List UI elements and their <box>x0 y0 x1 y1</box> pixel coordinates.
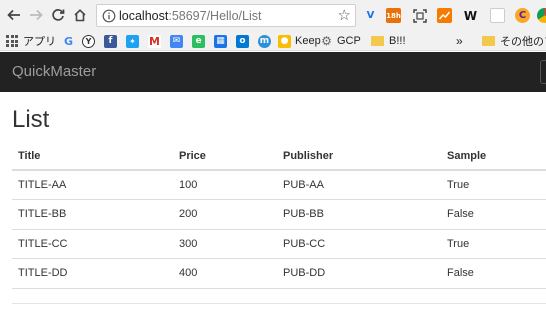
cell-sample: True <box>441 170 546 200</box>
apps-grid-icon <box>6 35 18 47</box>
column-header-title: Title <box>12 143 173 171</box>
cell-price: 100 <box>173 170 277 200</box>
brand-link[interactable]: QuickMaster <box>12 63 96 80</box>
bookmark-twitter[interactable]: ✦ <box>126 33 139 49</box>
info-icon[interactable] <box>102 9 116 23</box>
folder-icon <box>482 36 495 46</box>
cell-publisher: PUB-AA <box>277 170 441 200</box>
bookmark-gmail[interactable]: M <box>148 33 161 49</box>
bookmark-apps-label: アプリ <box>23 36 56 48</box>
bookmark-other[interactable]: その他のブッ <box>482 33 546 49</box>
column-header-price: Price <box>173 143 277 171</box>
cell-publisher: PUB-BB <box>277 199 441 230</box>
table-row: TITLE-BB 200 PUB-BB False <box>12 199 546 230</box>
bookmark-b3-label: B!!! <box>389 35 406 47</box>
c-extension-letter: C <box>518 10 527 21</box>
outlook-icon: o <box>236 34 249 48</box>
bookmark-google[interactable]: G <box>62 33 75 49</box>
reload-icon <box>52 9 65 21</box>
cell-price: 300 <box>173 229 277 259</box>
bookmarks-overflow-label: » <box>456 34 463 48</box>
bookmark-keep[interactable]: ● Keep <box>278 33 321 49</box>
main-content: List Title Price Publisher Sample TITLE-… <box>12 92 546 289</box>
cell-publisher: PUB-CC <box>277 229 441 259</box>
mastodon-icon: m <box>258 34 271 48</box>
bookmark-evernote[interactable]: e <box>192 33 205 49</box>
c-extension-icon[interactable]: C <box>515 8 530 23</box>
bookmark-b3[interactable]: B!!! <box>371 33 406 49</box>
navbar-toggle-button[interactable] <box>540 60 546 84</box>
chrome-extension-icon[interactable] <box>537 8 546 23</box>
bookmark-mastodon[interactable]: m <box>258 33 271 49</box>
address-bar[interactable]: localhost:58697/Hello/List ☆ <box>96 4 356 27</box>
bookmark-calendar[interactable]: ▦ <box>214 33 227 49</box>
bookmark-star-icon[interactable]: ☆ <box>338 7 351 24</box>
folder-icon <box>371 36 384 46</box>
cell-title: TITLE-CC <box>12 229 173 259</box>
table-header-row: Title Price Publisher Sample <box>12 143 546 171</box>
bookmarks-bar: アプリ G Y f ✦ M ✉ e ▦ o m ● Keep ⚙ GCP B!!… <box>0 31 546 51</box>
url-path: :58697/Hello/List <box>168 9 262 23</box>
bookmark-inbox[interactable]: ✉ <box>170 33 183 49</box>
twitter-icon: ✦ <box>126 34 139 48</box>
bookmark-apps[interactable]: アプリ <box>6 33 56 49</box>
bookmark-other-label: その他のブッ <box>500 36 546 48</box>
word-extension-icon[interactable]: W <box>463 8 478 23</box>
url-host: localhost <box>119 9 169 23</box>
bookmark-gcp-label: GCP <box>337 35 361 47</box>
forward-arrow-icon <box>30 9 43 21</box>
cell-title: TITLE-AA <box>12 170 173 200</box>
app-navbar: QuickMaster <box>0 52 546 92</box>
back-button[interactable] <box>4 5 24 25</box>
table-row: TITLE-AA 100 PUB-AA True <box>12 170 546 200</box>
inbox-icon: ✉ <box>170 34 183 48</box>
gear-icon: ⚙ <box>321 34 332 48</box>
cell-title: TITLE-BB <box>12 199 173 230</box>
bookmarks-overflow-button[interactable]: » <box>456 33 463 49</box>
facebook-icon: f <box>104 34 117 48</box>
footer-divider <box>12 303 546 304</box>
cell-sample: False <box>441 258 546 289</box>
back-arrow-icon <box>7 9 20 21</box>
gmail-icon: M <box>148 34 161 48</box>
cell-price: 200 <box>173 199 277 230</box>
v-extension-letter: V <box>366 10 375 21</box>
bookmark-gcp[interactable]: ⚙ GCP <box>320 33 361 49</box>
calendar-extension-icon[interactable]: 18h <box>386 8 401 23</box>
table-row: TITLE-DD 400 PUB-DD False <box>12 258 546 289</box>
column-header-publisher: Publisher <box>277 143 441 171</box>
cell-sample: True <box>441 229 546 259</box>
browser-toolbar: localhost:58697/Hello/List ☆ V 18h W C <box>0 0 546 31</box>
list-table: Title Price Publisher Sample TITLE-AA 10… <box>12 143 546 289</box>
table-row: TITLE-CC 300 PUB-CC True <box>12 229 546 259</box>
google-icon: G <box>63 34 74 48</box>
blank-extension-icon[interactable] <box>490 8 505 23</box>
v-extension-icon[interactable]: V <box>363 8 378 23</box>
page-title: List <box>12 106 50 133</box>
bookmark-yahoo[interactable]: Y <box>82 33 95 49</box>
evernote-icon: e <box>192 34 205 48</box>
forward-button[interactable] <box>26 5 46 25</box>
home-button[interactable] <box>70 5 90 25</box>
cell-title: TITLE-DD <box>12 258 173 289</box>
chart-extension-icon[interactable] <box>437 8 452 23</box>
cell-sample: False <box>441 199 546 230</box>
word-extension-letter: W <box>463 8 478 23</box>
column-header-sample: Sample <box>441 143 546 171</box>
capture-extension-icon[interactable] <box>412 8 427 23</box>
url-text: localhost:58697/Hello/List <box>119 9 261 23</box>
calendar-icon: ▦ <box>214 34 227 48</box>
bookmark-facebook[interactable]: f <box>104 33 117 49</box>
home-icon <box>74 9 86 22</box>
keep-icon: ● <box>278 34 291 48</box>
calendar-extension-letter: 18h <box>386 11 401 20</box>
bookmark-keep-label: Keep <box>295 35 321 47</box>
cell-price: 400 <box>173 258 277 289</box>
cell-publisher: PUB-DD <box>277 258 441 289</box>
yahoo-icon: Y <box>82 34 95 48</box>
reload-button[interactable] <box>48 5 68 25</box>
bookmark-outlook[interactable]: o <box>236 33 249 49</box>
